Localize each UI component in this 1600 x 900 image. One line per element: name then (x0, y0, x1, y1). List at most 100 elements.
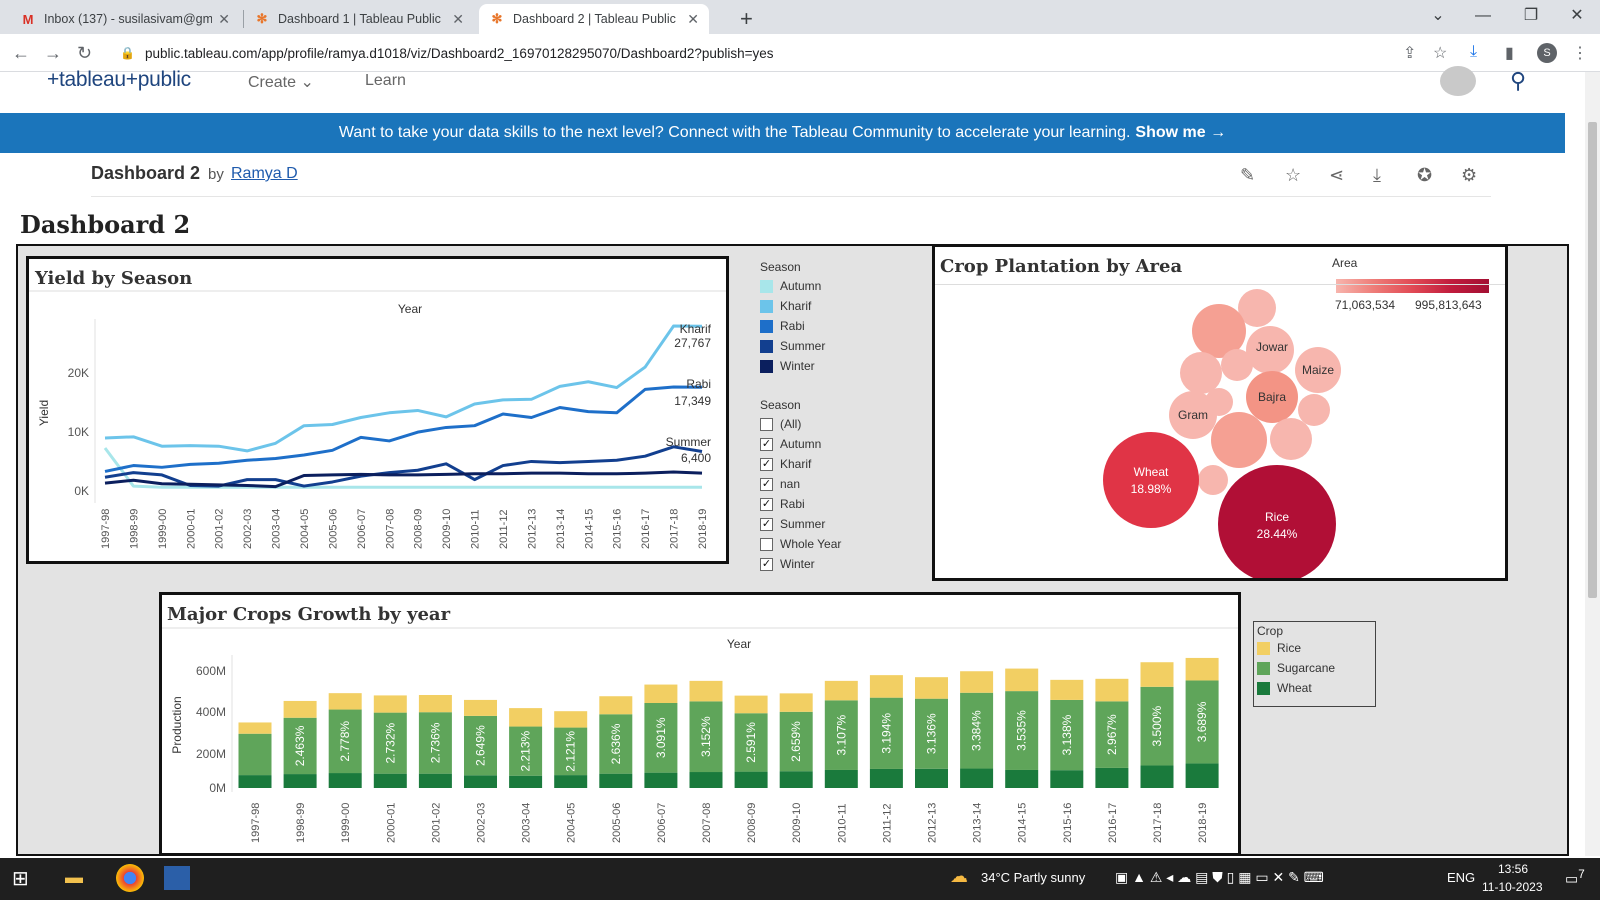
bar-rice[interactable] (689, 680, 723, 702)
legend-item[interactable]: Kharif (760, 296, 910, 316)
bookmark-star-icon[interactable]: ☆ (1433, 43, 1447, 63)
new-tab-button[interactable]: + (740, 6, 753, 32)
tab-search-chevron-icon[interactable]: ⌄ (1415, 4, 1461, 28)
bar-wheat[interactable] (328, 773, 362, 788)
bar-rice[interactable] (1140, 662, 1174, 687)
nav-learn[interactable]: Learn (365, 72, 406, 90)
bar-rice[interactable] (509, 708, 543, 727)
windows-start-icon[interactable]: ⊞ (12, 866, 29, 891)
menu-kebab-icon[interactable]: ⋮ (1572, 43, 1588, 63)
bar-rice[interactable] (1050, 679, 1084, 700)
checkbox[interactable]: ✓ (760, 457, 773, 471)
bar-wheat[interactable] (689, 772, 723, 788)
bar-rice[interactable] (1185, 657, 1219, 681)
legend-item[interactable]: Rice (1257, 638, 1372, 658)
bubble-medium[interactable] (1211, 412, 1267, 468)
file-explorer-icon[interactable]: ▬ (65, 867, 83, 888)
chrome-icon[interactable] (116, 864, 144, 892)
tray-icons[interactable]: ▣ ▲ ⚠ ◂ ☁ ▤ ⛊ ▯ ▦ ▭ ✕ ✎ ⌨ (1115, 869, 1324, 886)
bar-rice[interactable] (328, 693, 362, 710)
bubble-wheat[interactable] (1103, 432, 1199, 528)
side-panel-icon[interactable]: ▮ (1505, 43, 1514, 63)
legend-item[interactable]: Rabi (760, 316, 910, 336)
bar-rice[interactable] (734, 695, 768, 714)
bar-wheat[interactable] (1185, 763, 1219, 788)
bar-wheat[interactable] (915, 768, 948, 788)
yield-line-kharif[interactable] (104, 324, 703, 453)
filter-option[interactable]: ✓ Rabi (760, 494, 910, 514)
bar-wheat[interactable] (1140, 765, 1174, 788)
legend-item[interactable]: Summer (760, 336, 910, 356)
restore-button[interactable]: ❐ (1508, 4, 1554, 28)
bar-sugarcane[interactable] (238, 733, 272, 776)
notification-icon[interactable]: ▭7 (1565, 868, 1585, 888)
download-icon[interactable]: ⤓ (1373, 165, 1381, 186)
nav-create[interactable]: Create ⌄ (248, 72, 314, 92)
close-icon[interactable]: ✕ (218, 11, 230, 28)
clock-time[interactable]: 13:56 (1498, 862, 1528, 876)
bar-wheat[interactable] (418, 773, 452, 788)
author-link[interactable]: Ramya D (231, 165, 298, 183)
yield-line-autumn[interactable] (103, 447, 702, 489)
yield-line-summer[interactable] (104, 445, 703, 488)
filter-option[interactable]: ✓ Winter (760, 554, 910, 574)
bar-wheat[interactable] (283, 774, 317, 788)
address-bar[interactable]: 🔒 public.tableau.com/app/profile/ramya.d… (110, 38, 1410, 68)
close-icon[interactable]: ✕ (452, 11, 464, 28)
checkbox[interactable] (760, 537, 773, 551)
bar-wheat[interactable] (554, 775, 588, 788)
bar-rice[interactable] (418, 695, 452, 713)
bubble-small[interactable] (1198, 465, 1228, 495)
bubble-small[interactable] (1270, 418, 1312, 460)
close-icon[interactable]: ✕ (687, 11, 699, 28)
area-bubble-chart[interactable]: Jowar Maize Bajra Gram Wheat 18.98% Rice… (935, 247, 1505, 578)
app-icon[interactable] (164, 866, 190, 890)
bar-wheat[interactable] (464, 775, 497, 788)
filter-option[interactable]: ✓ nan (760, 474, 910, 494)
checkbox[interactable]: ✓ (760, 517, 773, 531)
bar-rice[interactable] (779, 693, 813, 712)
settings-gear-icon[interactable]: ⚙ (1461, 165, 1477, 186)
major-crops-panel[interactable]: Major Crops Growth by year Year Producti… (159, 592, 1241, 856)
tableau-public-logo[interactable]: +tableau+public (47, 68, 191, 92)
yield-by-season-panel[interactable]: Yield by Season Year Yield 20K 10K 0K 19… (26, 256, 729, 564)
reload-icon[interactable]: ↻ (77, 43, 92, 64)
weather-text[interactable]: 34°C Partly sunny (981, 870, 1085, 885)
crops-stacked-bar-chart[interactable]: Year Production 600M 400M 200M 0M 2.463%… (162, 595, 1238, 853)
bar-rice[interactable] (644, 684, 678, 703)
bar-wheat[interactable] (960, 768, 994, 788)
minimize-button[interactable]: — (1460, 4, 1506, 28)
profile-avatar[interactable]: S (1537, 43, 1557, 63)
bar-rice[interactable] (1095, 678, 1129, 702)
bubble-small[interactable] (1180, 352, 1222, 394)
bar-rice[interactable] (824, 680, 858, 701)
bar-rice[interactable] (869, 675, 903, 698)
bar-wheat[interactable] (509, 775, 543, 788)
filter-option[interactable]: ✓ Kharif (760, 454, 910, 474)
checkbox[interactable]: ✓ (760, 477, 773, 491)
bar-rice[interactable] (373, 695, 407, 713)
favorite-star-icon[interactable]: ☆ (1285, 165, 1301, 186)
bar-wheat[interactable] (1005, 769, 1039, 788)
bar-wheat[interactable] (1095, 767, 1129, 788)
bar-rice[interactable] (599, 696, 633, 715)
back-arrow-icon[interactable]: ← (12, 43, 30, 64)
forward-arrow-icon[interactable]: → (44, 43, 62, 64)
page-scrollbar[interactable] (1585, 72, 1600, 856)
bar-wheat[interactable] (644, 772, 678, 788)
bar-wheat[interactable] (373, 773, 407, 788)
search-icon[interactable]: ⚲ (1510, 68, 1526, 94)
yield-line-chart[interactable]: Year Yield 20K 10K 0K 1997-98 1998-99 1999… (29, 259, 726, 561)
legend-item[interactable]: Winter (760, 356, 910, 376)
share-icon[interactable]: ⋖ (1329, 165, 1344, 186)
clock-date[interactable]: 11-10-2023 (1482, 880, 1543, 894)
tab-dashboard-1[interactable]: ✻ Dashboard 1 | Tableau Public ✕ (244, 4, 474, 34)
bar-wheat[interactable] (779, 771, 813, 788)
legend-item[interactable]: Sugarcane (1257, 658, 1372, 678)
filter-option[interactable]: ✓ Summer (760, 514, 910, 534)
bar-wheat[interactable] (238, 775, 272, 788)
yield-line-winter[interactable] (104, 470, 703, 489)
filter-option[interactable]: ✓ Autumn (760, 434, 910, 454)
filter-option[interactable]: (All) (760, 414, 910, 434)
tab-dashboard-2[interactable]: ✻ Dashboard 2 | Tableau Public ✕ (479, 4, 709, 34)
